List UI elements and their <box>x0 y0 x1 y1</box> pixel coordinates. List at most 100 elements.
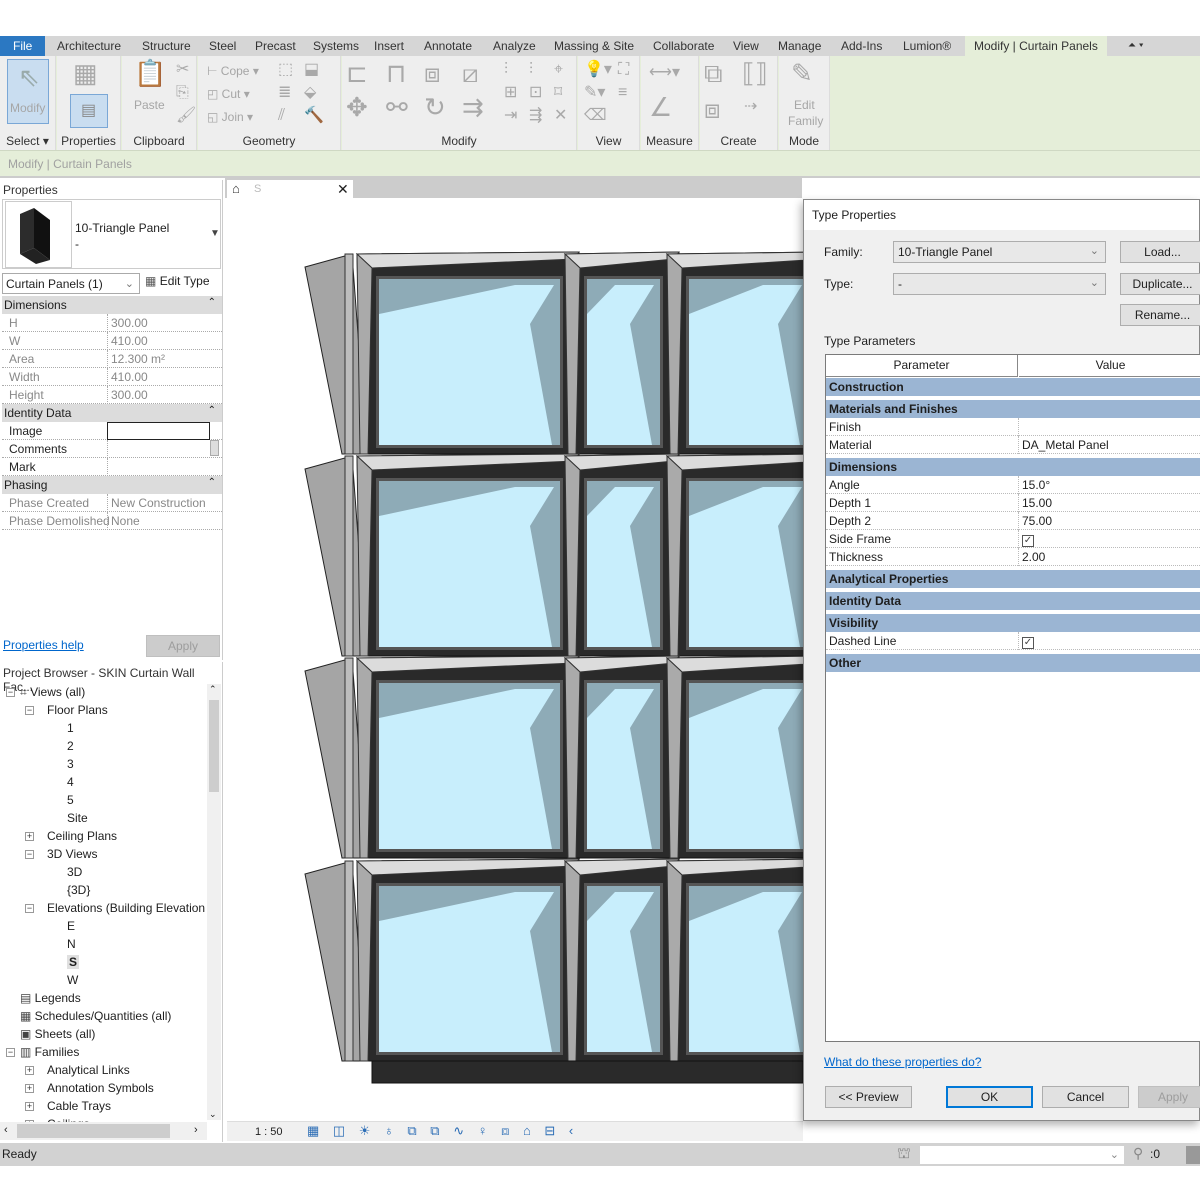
cut-scissors-icon[interactable]: ✂ <box>176 61 189 79</box>
browser-vscrollbar[interactable]: ⌃ ⌄ <box>207 684 221 1120</box>
browser-item-ceiling-plans[interactable]: + Ceiling Plans <box>25 829 117 843</box>
worksets-icon[interactable]: ⛫ <box>897 1145 911 1164</box>
side-frame-checkbox[interactable]: ✓ <box>1022 535 1034 547</box>
trim-multiple-icon[interactable]: ⇶ <box>529 107 542 125</box>
cut-geometry-button[interactable]: ◰ Cut ▾ <box>207 87 250 101</box>
section-materials-finishes[interactable]: Materials and Finishes <box>826 400 1200 418</box>
tab-architecture[interactable]: Architecture <box>53 36 125 56</box>
browser-item-elevation-s[interactable]: S <box>67 955 80 969</box>
family-dropdown[interactable]: 10-Triangle Panel ⌄ <box>893 241 1106 263</box>
match-properties-icon[interactable]: 🖌 <box>176 107 196 125</box>
tab-massing-site[interactable]: Massing & Site <box>550 36 638 56</box>
browser-item-elevation-n[interactable]: N <box>67 937 76 951</box>
browser-item-floor-plan-5[interactable]: 5 <box>67 793 74 807</box>
tab-file[interactable]: File <box>0 36 46 56</box>
align-icon[interactable]: ⊏ <box>346 58 368 88</box>
copy-element-icon[interactable]: ⚯ <box>386 92 408 122</box>
scroll-right-icon[interactable]: › <box>194 1124 198 1136</box>
tab-analyze[interactable]: Analyze <box>489 36 540 56</box>
browser-item-sheets[interactable]: ▣ Sheets (all) <box>20 1027 95 1041</box>
copy-icon[interactable]: ⎘ <box>176 84 189 102</box>
view-scale[interactable]: 1 : 50 <box>255 1126 283 1138</box>
browser-scroll-thumb[interactable] <box>209 700 219 792</box>
expand-icon[interactable]: + <box>25 1066 34 1075</box>
scroll-up-icon[interactable]: ⌃ <box>209 684 217 695</box>
edit-family-button[interactable]: Edit <box>794 98 815 112</box>
modify-button[interactable]: ⇖ Modify <box>7 59 49 124</box>
create-parts-icon[interactable]: ⟦⟧ <box>742 58 768 88</box>
finish-value[interactable] <box>1018 418 1198 436</box>
tab-modify-curtain-panels[interactable]: Modify | Curtain Panels <box>965 36 1107 56</box>
pin-icon[interactable]: ⌑ <box>554 84 562 102</box>
properties-help-link[interactable]: Properties help <box>3 638 84 652</box>
browser-item-analytical-links[interactable]: + Analytical Links <box>25 1063 130 1077</box>
instance-filter-dropdown[interactable]: Curtain Panels (1) ⌄ <box>2 273 140 294</box>
dashed-line-checkbox[interactable]: ✓ <box>1022 637 1034 649</box>
scale-icon[interactable]: ⊡ <box>529 84 542 102</box>
join-button[interactable]: ◱ Join ▾ <box>207 110 253 124</box>
collapse-icon[interactable]: − <box>25 904 34 913</box>
depth2-value[interactable]: 75.00 <box>1018 512 1198 530</box>
rename-button[interactable]: Rename... <box>1120 304 1200 326</box>
browser-item-elevation-w[interactable]: W <box>67 973 78 987</box>
tab-steel[interactable]: Steel <box>205 36 240 56</box>
offset-icon[interactable]: ⊓ <box>386 58 406 88</box>
type-dropdown[interactable]: - ⌄ <box>893 273 1106 295</box>
column-header-value[interactable]: Value <box>1019 355 1200 377</box>
linework-icon[interactable]: ⫽ <box>278 107 285 125</box>
split-face-icon[interactable]: ⬚ <box>278 61 293 79</box>
status-toggle[interactable] <box>1186 1146 1200 1164</box>
collapse-icon[interactable]: − <box>6 1048 15 1057</box>
array-icon[interactable]: ⊞ <box>504 84 517 102</box>
browser-hscroll-thumb[interactable] <box>17 1124 170 1138</box>
delete-icon[interactable]: ✕ <box>554 107 567 125</box>
type-selector[interactable]: 10-Triangle Panel - ▼ <box>2 199 221 269</box>
browser-item-floor-plans[interactable]: − Floor Plans <box>25 703 108 717</box>
select-dropdown[interactable]: Select ▾ <box>0 134 55 148</box>
expand-icon[interactable]: + <box>25 1102 34 1111</box>
material-value[interactable]: DA_Metal Panel <box>1018 436 1198 454</box>
collapse-icon[interactable]: − <box>6 688 15 697</box>
mark-field[interactable] <box>107 458 210 476</box>
trim-extend-icon[interactable]: ⇉ <box>462 92 484 122</box>
browser-item-elevations[interactable]: − Elevations (Building Elevation <box>25 901 205 915</box>
create-group-icon[interactable]: ⧈ <box>704 94 721 124</box>
browser-item-floor-plan-4[interactable]: 4 <box>67 775 74 789</box>
browser-item-floor-plan-1[interactable]: 1 <box>67 721 74 735</box>
tab-view[interactable]: View <box>729 36 763 56</box>
browser-item-3d-views[interactable]: − 3D Views <box>25 847 97 861</box>
curtain-wall-elevation[interactable] <box>227 199 828 1119</box>
split-gap-icon[interactable]: ⫶ <box>529 61 533 79</box>
dimension-angle-icon[interactable]: ∠ <box>649 92 672 122</box>
edit-type-button[interactable]: ▦ Edit Type <box>145 274 210 288</box>
edit-family-icon[interactable]: ✎ <box>791 58 813 88</box>
tab-annotate[interactable]: Annotate <box>420 36 476 56</box>
tab-insert[interactable]: Insert <box>370 36 408 56</box>
paste-icon[interactable]: 📋 <box>134 58 166 88</box>
column-header-parameter[interactable]: Parameter <box>826 355 1018 377</box>
collapse-icon[interactable]: − <box>25 850 34 859</box>
create-assembly-icon[interactable]: ⧉ <box>704 58 723 88</box>
browser-item-legends[interactable]: ▤ Legends <box>20 991 81 1005</box>
expand-icon[interactable]: + <box>25 1084 34 1093</box>
hide-icon[interactable]: ⛶ <box>618 61 629 79</box>
duplicate-button[interactable]: Duplicate... <box>1120 273 1200 295</box>
filter-icon[interactable]: ⚲ <box>1133 1145 1143 1162</box>
view-controls-icons[interactable]: ▦ ◫ ☀ ♁ ⧉ ⧉ ∿ ♀ ⧈ ⌂ ⊟ ‹ <box>307 1123 578 1139</box>
drawing-canvas[interactable] <box>227 199 828 1119</box>
scroll-left-icon[interactable]: ‹ <box>4 1124 8 1136</box>
ribbon-minimize-button[interactable]: ⏶ ▾ <box>1124 36 1148 56</box>
tab-manage[interactable]: Manage <box>774 36 825 56</box>
type-dropdown-icon[interactable]: ▼ <box>210 228 220 239</box>
eraser-icon[interactable]: ⌫ <box>584 107 607 125</box>
group-identity-data[interactable]: Identity Data ⌃ <box>2 404 222 422</box>
paste-button[interactable]: Paste <box>134 98 165 112</box>
browser-item-3d-view-3d[interactable]: 3D <box>67 865 82 879</box>
thickness-value[interactable]: 2.00 <box>1018 548 1198 566</box>
tab-precast[interactable]: Precast <box>251 36 300 56</box>
tab-structure[interactable]: Structure <box>138 36 195 56</box>
section-analytical-properties[interactable]: Analytical Properties <box>826 570 1200 588</box>
tab-systems[interactable]: Systems <box>309 36 363 56</box>
preview-button[interactable]: << Preview <box>825 1086 912 1108</box>
browser-item-floor-plan-2[interactable]: 2 <box>67 739 74 753</box>
